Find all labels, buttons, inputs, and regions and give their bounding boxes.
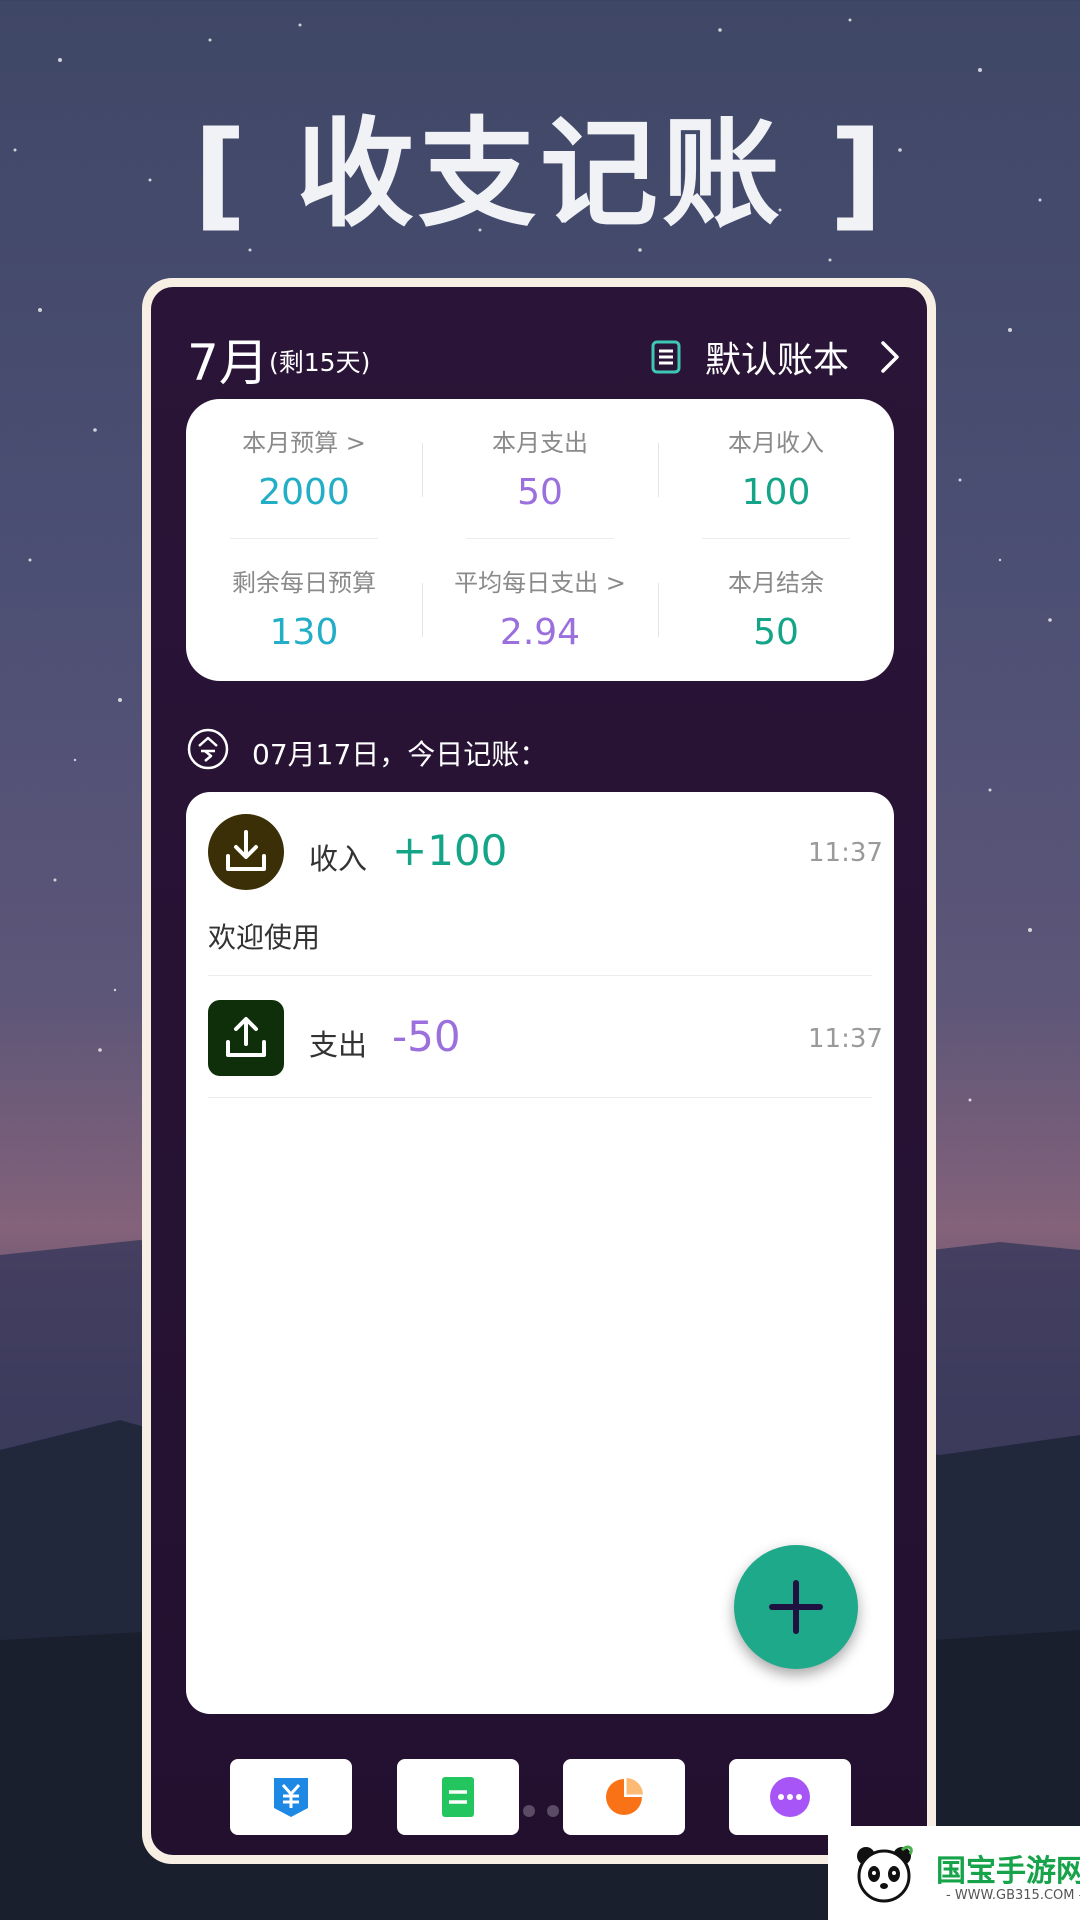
stat-label: 剩余每日预算 [232,569,376,597]
divider [422,443,423,497]
stat-average-daily-expense[interactable]: 平均每日支出 > 2.94 [422,563,658,653]
today-records-label: 07月17日，今日记账： [252,738,548,771]
nav-list-button[interactable] [397,1759,519,1835]
ledger-icon[interactable] [648,339,684,375]
add-record-button[interactable] [734,1545,858,1669]
stat-value: 2000 [258,472,350,513]
watermark: 国宝手游网 - WWW.GB315.COM - [828,1826,1080,1920]
panda-logo-icon [857,1845,913,1903]
upload-icon [208,1000,284,1076]
record-amount: +100 [392,826,508,875]
divider [230,538,378,539]
remaining-days: (剩15天) [269,348,371,377]
divider [422,583,423,637]
stat-value: 2.94 [499,612,581,653]
divider [702,538,850,539]
yuan-icon [274,1778,308,1817]
app-screen: 7月 (剩15天) 默认账本 本月预算 > 2000 本月支出 50 本月收入 … [151,287,927,1855]
chevron-right-icon[interactable] [879,339,901,375]
plus-icon [769,1580,823,1634]
monthly-stats-card: 本月预算 > 2000 本月支出 50 本月收入 100 剩余每日预算 130 … [186,399,894,681]
today-icon [187,728,229,770]
stat-value: 100 [741,472,811,513]
ledger-switch-button[interactable]: 默认账本 [705,331,849,383]
page-dot [523,1805,535,1817]
stat-label: 本月收入 [728,429,824,457]
pie-chart-icon [606,1778,643,1815]
poster-title: [ 收支记账 ] [192,105,888,243]
stat-value: 50 [517,472,563,513]
divider [658,583,659,637]
stat-label: 本月预算 > [242,429,366,457]
stat-value: 130 [269,612,339,653]
list-icon [442,1777,474,1817]
divider [658,443,659,497]
record-time: 11:37 [808,1024,883,1054]
phone-frame: 7月 (剩15天) 默认账本 本月预算 > 2000 本月支出 50 本月收入 … [142,278,936,1864]
nav-statistics-button[interactable] [563,1759,685,1835]
stat-month-income: 本月收入 100 [658,423,894,513]
download-icon [208,814,284,890]
watermark-brand: 国宝手游网 [936,1854,1080,1889]
month-label[interactable]: 7月 [187,323,269,395]
chevron-right-icon: > [345,429,366,457]
record-amount: -50 [392,1012,461,1061]
record-type: 支出 [309,1028,368,1062]
more-icon [770,1777,810,1817]
stat-month-budget[interactable]: 本月预算 > 2000 [186,423,422,513]
record-time: 11:37 [808,838,883,868]
nav-more-button[interactable] [729,1759,851,1835]
stat-value: 50 [753,612,799,653]
page-dot [547,1805,559,1817]
stat-month-expense: 本月支出 50 [422,423,658,513]
nav-bookkeeping-button[interactable] [230,1759,352,1835]
stat-label: 平均每日支出 > [454,569,626,597]
divider [208,975,872,976]
chevron-right-icon: > [605,569,626,597]
stat-month-balance: 本月结余 50 [658,563,894,653]
stat-remaining-daily-budget: 剩余每日预算 130 [186,563,422,653]
stat-label: 本月结余 [728,569,824,597]
stat-label: 本月支出 [492,429,588,457]
divider [466,538,614,539]
watermark-site: - WWW.GB315.COM - [946,1888,1080,1903]
record-note: 欢迎使用 [208,921,321,954]
record-type: 收入 [309,842,368,876]
divider [208,1097,872,1098]
